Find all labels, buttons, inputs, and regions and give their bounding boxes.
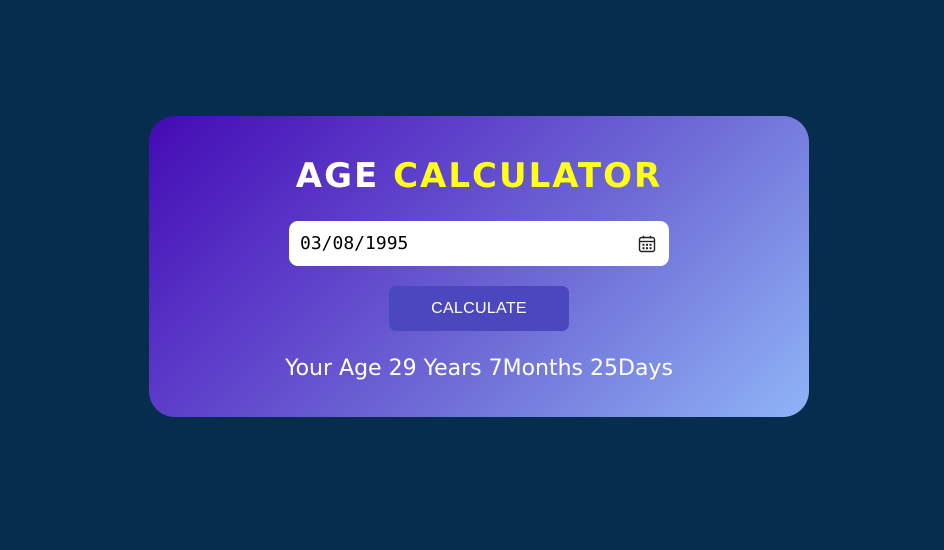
age-calculator-card: AGE CALCULATOR 03/08/1995 CALCULATE Your…	[149, 116, 809, 417]
title-age: AGE	[295, 156, 380, 196]
title-calculator: CALCULATOR	[393, 156, 663, 196]
calendar-icon[interactable]	[637, 234, 657, 254]
birthdate-input[interactable]: 03/08/1995	[289, 221, 669, 266]
birthdate-value[interactable]: 03/08/1995	[300, 233, 408, 254]
page-title: AGE CALCULATOR	[149, 156, 809, 196]
age-result: Your Age 29 Years 7Months 25Days	[285, 356, 673, 381]
calculate-button[interactable]: CALCULATE	[389, 286, 569, 331]
